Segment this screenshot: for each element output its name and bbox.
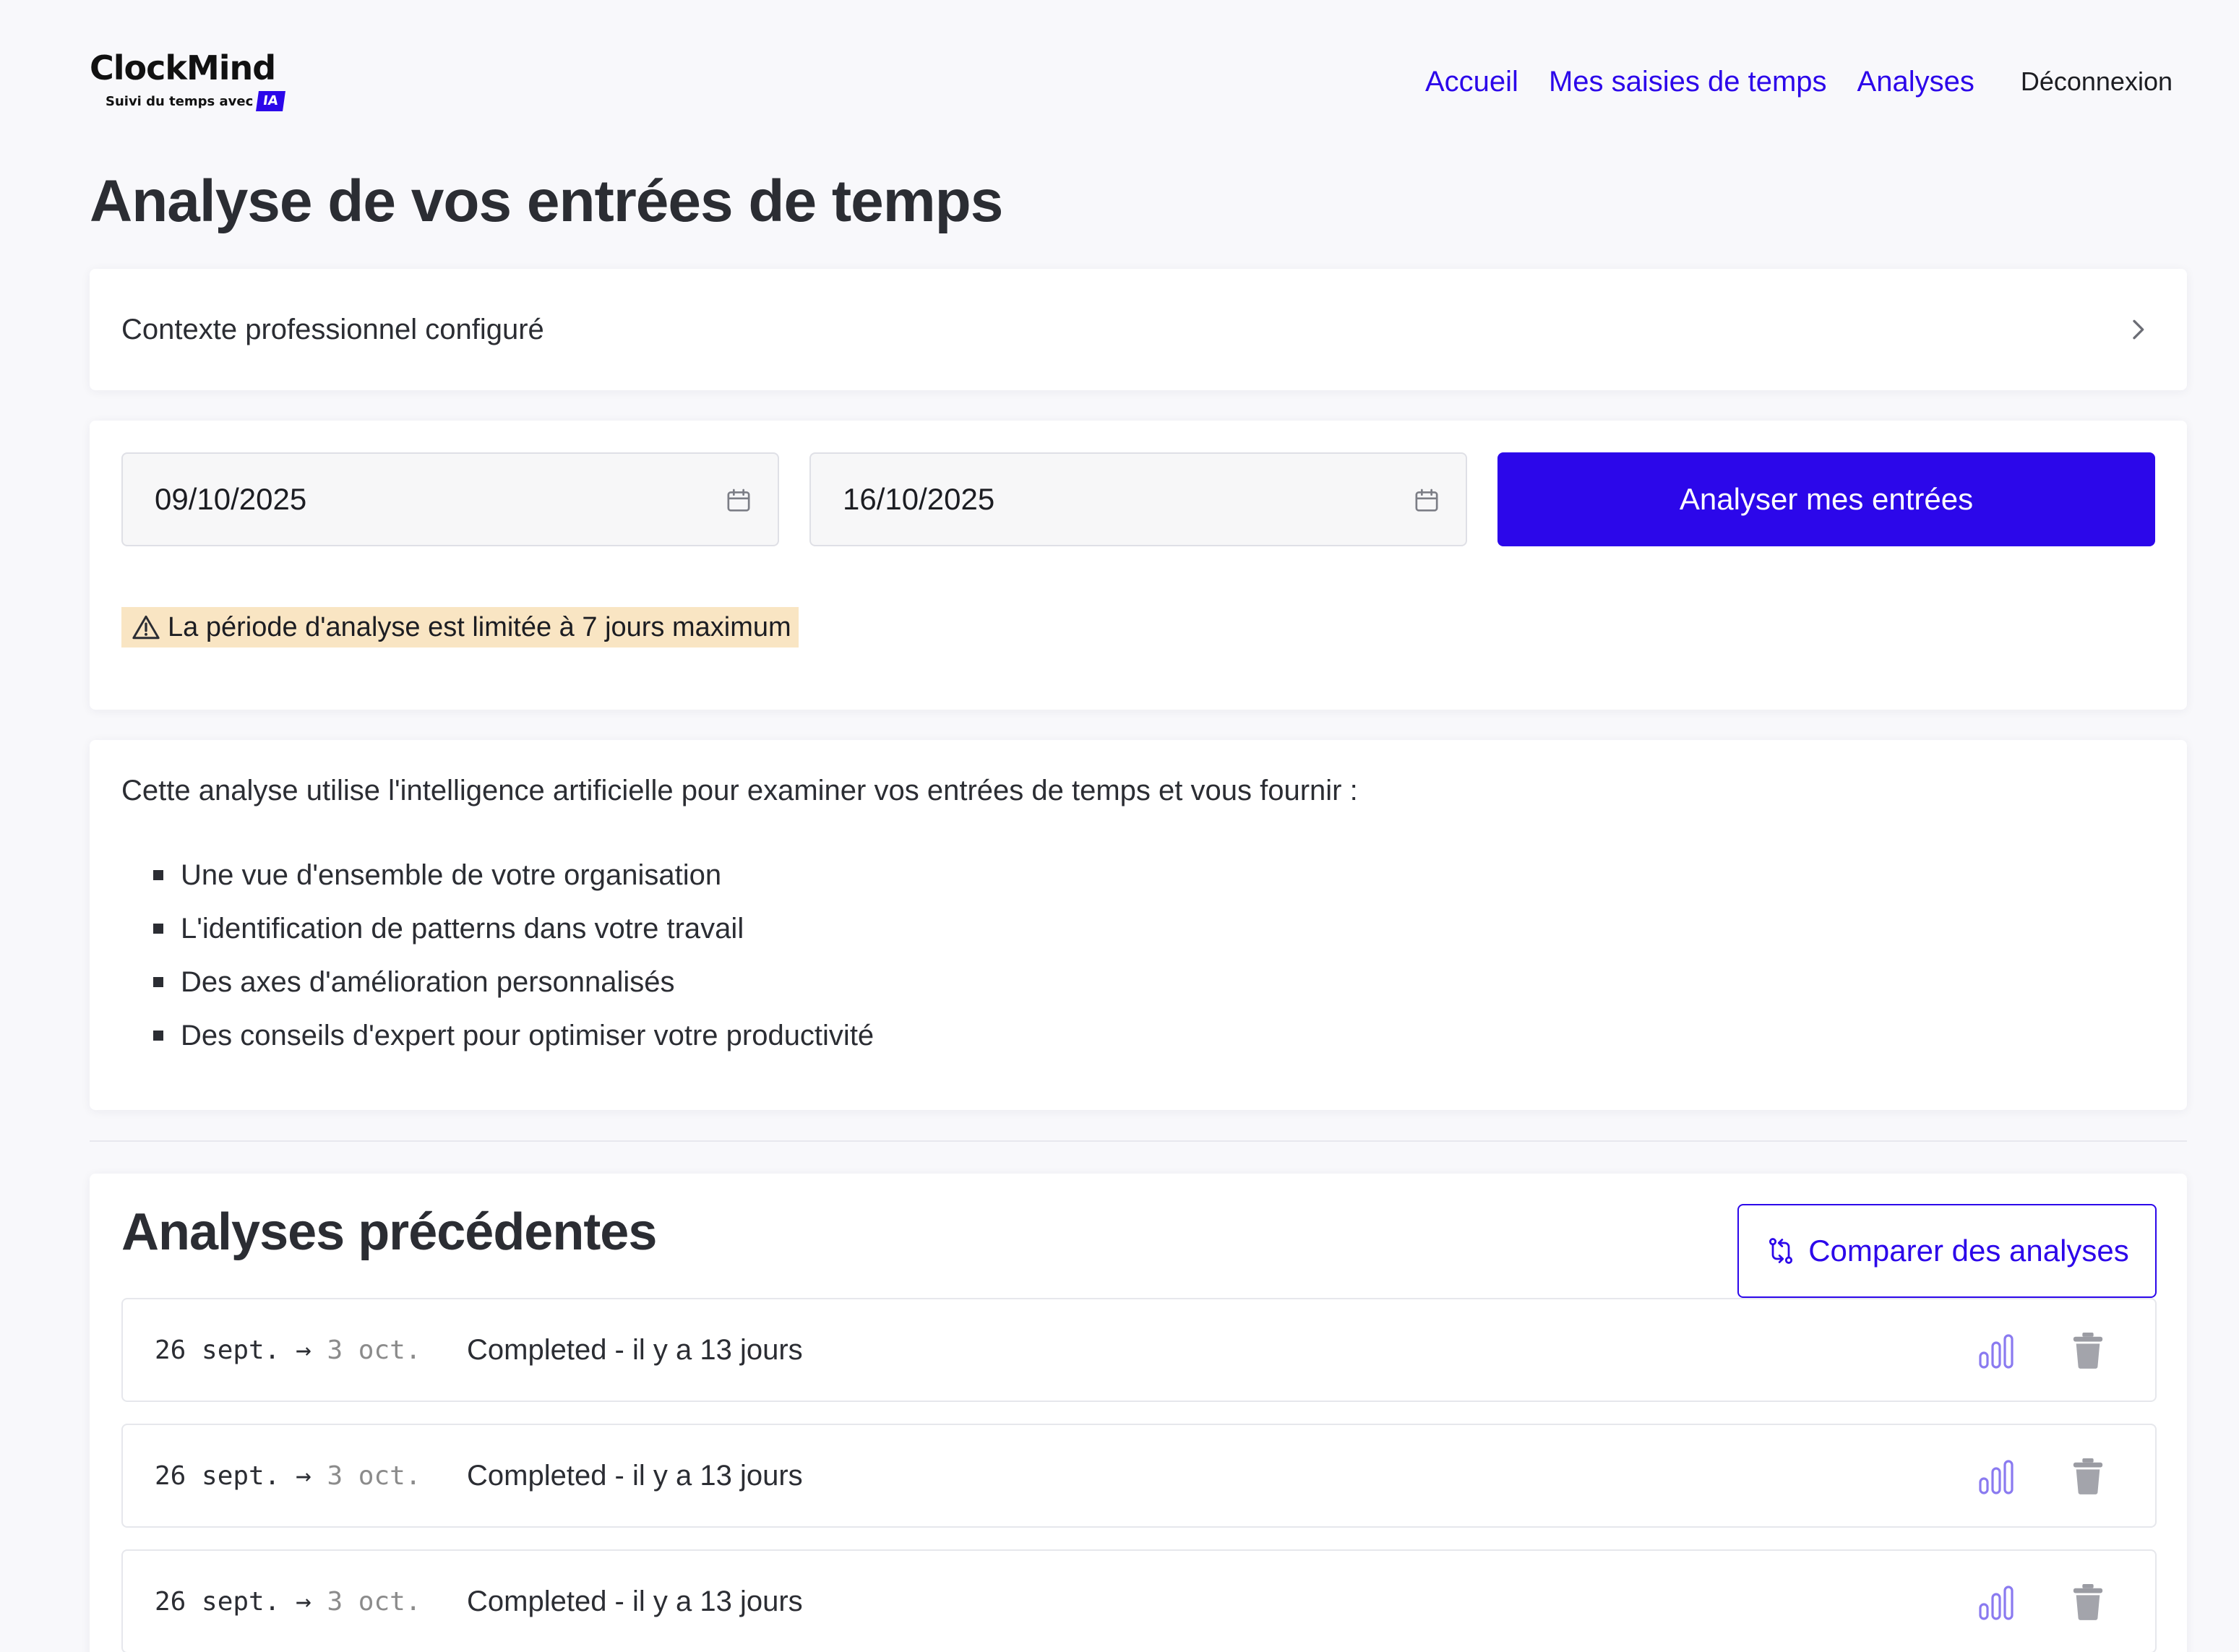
trash-icon[interactable] [2071, 1581, 2105, 1622]
analysis-end-date: 3 oct. [327, 1586, 421, 1617]
compare-analyses-button[interactable]: Comparer des analyses [1737, 1204, 2157, 1298]
logout-link[interactable]: Déconnexion [2021, 64, 2173, 100]
info-intro: Cette analyse utilise l'intelligence art… [121, 775, 1358, 806]
logo[interactable]: ClockMind Suivi du temps avec IA [90, 48, 306, 120]
header: ClockMind Suivi du temps avec IA Accueil… [90, 48, 2173, 120]
bar-chart-icon[interactable] [1976, 1331, 2016, 1372]
previous-analyses-title: Analyses précédentes [121, 1203, 657, 1261]
analysis-status: Completed - il y a 13 jours [467, 1333, 803, 1366]
table-row[interactable]: 26 sept. → 3 oct. Completed - il y a 13 … [121, 1424, 2157, 1528]
context-label: Contexte professionnel configuré [121, 313, 544, 345]
nav-link-mes-saisies[interactable]: Mes saisies de temps [1549, 64, 1827, 100]
bar-chart-icon[interactable] [1976, 1583, 2016, 1623]
analysis-status: Completed - il y a 13 jours [467, 1585, 803, 1617]
analysis-date-range: 26 sept. → 3 oct. [155, 1461, 467, 1491]
analysis-info-panel: Cette analyse utilise l'intelligence art… [90, 740, 2187, 1110]
warning-text: La période d'analyse est limitée à 7 jou… [168, 611, 791, 642]
date-arrow: → [296, 1460, 311, 1491]
period-limit-warning: La période d'analyse est limitée à 7 jou… [121, 607, 799, 648]
info-list: Une vue d'ensemble de votre organisation… [153, 848, 874, 1062]
logo-tagline: Suivi du temps avec IA [106, 91, 285, 111]
nav-link-analyses[interactable]: Analyses [1857, 64, 1974, 100]
table-row[interactable]: 26 sept. → 3 oct. Completed - il y a 13 … [121, 1549, 2157, 1652]
calendar-icon[interactable] [724, 486, 753, 516]
logo-badge: IA [256, 91, 285, 111]
analysis-form: 09/10/2025 16/10/2025 Analyser mes entré… [90, 421, 2187, 710]
page-title: Analyse de vos entrées de temps [90, 168, 1003, 234]
section-divider [90, 1140, 2187, 1142]
list-item: Des axes d'amélioration personnalisés [153, 955, 874, 1009]
list-item: Des conseils d'expert pour optimiser vot… [153, 1009, 874, 1062]
compare-arrows-icon [1769, 1238, 1793, 1264]
list-item: Une vue d'ensemble de votre organisation [153, 848, 874, 902]
warning-icon [132, 615, 160, 640]
table-row[interactable]: 26 sept. → 3 oct. Completed - il y a 13 … [121, 1298, 2157, 1402]
analyze-button[interactable]: Analyser mes entrées [1497, 452, 2155, 546]
logo-wordmark: ClockMind [90, 48, 276, 87]
logo-tagline-text: Suivi du temps avec [106, 93, 254, 109]
date-arrow: → [296, 1335, 311, 1365]
context-panel[interactable]: Contexte professionnel configuré [90, 269, 2187, 390]
calendar-icon[interactable] [1412, 486, 1441, 516]
analysis-date-range: 26 sept. → 3 oct. [155, 1587, 467, 1617]
analysis-date-range: 26 sept. → 3 oct. [155, 1335, 467, 1365]
page: ClockMind Suivi du temps avec IA Accueil… [0, 0, 2239, 1652]
previous-analyses-panel: Analyses précédentes Comparer des analys… [90, 1174, 2187, 1652]
analysis-end-date: 3 oct. [327, 1335, 421, 1365]
compare-analyses-label: Comparer des analyses [1808, 1234, 2129, 1268]
trash-icon[interactable] [2071, 1330, 2105, 1370]
nav-link-accueil[interactable]: Accueil [1425, 64, 1518, 100]
analysis-start-date: 26 sept. [155, 1586, 280, 1617]
analysis-status: Completed - il y a 13 jours [467, 1459, 803, 1492]
main-nav: Accueil Mes saisies de temps Analyses Dé… [1425, 64, 2173, 100]
analysis-start-date: 26 sept. [155, 1460, 280, 1491]
start-date-value: 09/10/2025 [155, 482, 307, 516]
chevron-right-icon [2133, 319, 2144, 340]
bar-chart-icon[interactable] [1976, 1457, 2016, 1497]
date-arrow: → [296, 1586, 311, 1617]
end-date-input[interactable]: 16/10/2025 [809, 452, 1467, 546]
trash-icon[interactable] [2071, 1455, 2105, 1496]
analysis-end-date: 3 oct. [327, 1460, 421, 1491]
start-date-input[interactable]: 09/10/2025 [121, 452, 779, 546]
list-item: L'identification de patterns dans votre … [153, 902, 874, 955]
analysis-start-date: 26 sept. [155, 1335, 280, 1365]
end-date-value: 16/10/2025 [843, 482, 995, 516]
